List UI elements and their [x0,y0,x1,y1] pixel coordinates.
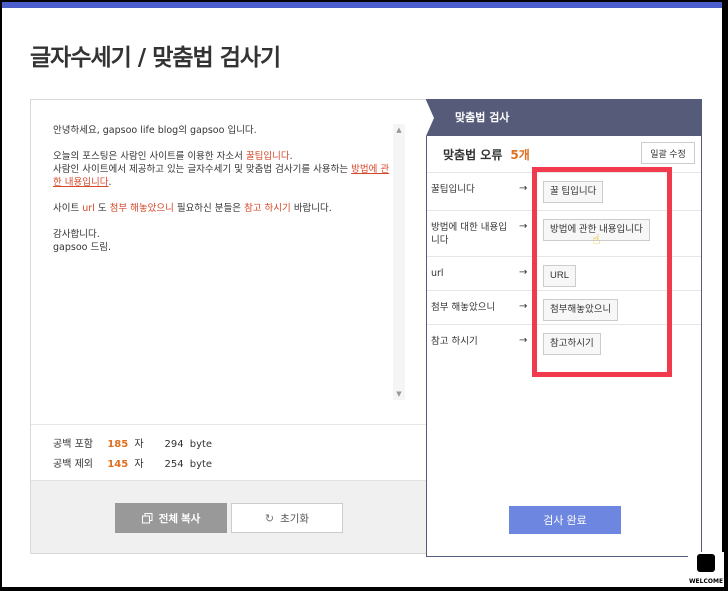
text-line: 안녕하세요, gapsoo life blog의 gapsoo 입니다. [53,125,257,136]
correction-item: url → URL [427,256,701,290]
byte-unit: byte [189,459,213,470]
original-text: 참고 하시기 [431,336,478,347]
reset-label: 초기화 [280,512,310,525]
stat-label: 공백 제외 [53,459,93,470]
welcome-logo: WELCOME [688,552,724,587]
char-unit: 자 [134,439,144,450]
text-span: . [289,151,293,162]
copy-all-label: 전체 복사 [158,512,201,525]
text-span: 오늘의 포스팅은 사람인 사이트를 이용한 자소서 [53,151,246,162]
text-paragraph: 오늘의 포스팅은 사람인 사이트를 이용한 자소서 꿀팁입니다. 사람인 사이트… [53,150,393,189]
stat-label: 공백 포함 [53,439,93,450]
error-summary: 맞춤법 오류 5개 [443,146,530,163]
original-text: 방법에 대한 내용입니다 [431,222,507,246]
original-text: url [431,268,444,279]
text-span: 도 [94,203,110,214]
text-panel: 안녕하세요, gapsoo life blog의 gapsoo 입니다. 오늘의… [30,99,428,554]
correction-item: 참고 하시기 → 참고하시기 [427,324,701,358]
byte-count: 294 [164,439,184,450]
window-frame: 글자수세기 / 맞춤법 검사기 안녕하세요, gapsoo life blog의… [2,2,722,587]
char-stats: 공백 포함 185 자 294 byte 공백 제외 145 자 254 byt… [53,435,212,475]
hand-pointer-icon: ☝ [592,232,601,248]
char-unit: 자 [134,459,144,470]
triangle-down-icon[interactable]: ▼ [393,388,405,400]
refresh-icon: ↻ [264,512,275,525]
copy-icon [141,512,153,523]
error-word: 꿀팁입니다 [245,151,290,162]
page-title: 글자수세기 / 맞춤법 검사기 [30,45,281,71]
byte-count: 254 [164,459,184,470]
triangle-up-icon[interactable]: ▲ [393,124,405,136]
text-content[interactable]: 안녕하세요, gapsoo life blog의 gapsoo 입니다. 오늘의… [53,124,393,267]
action-bar: 전체 복사 ↻ 초기화 [31,480,427,553]
suggestion-button[interactable]: 첨부해놓았으니 [543,299,619,321]
logo-text: WELCOME [688,578,724,585]
text-span: 바랍니다. [290,203,332,214]
text-span: 필요하신 분들은 [173,203,245,214]
stat-no-space: 공백 제외 145 자 254 byte [53,455,212,475]
text-paragraph: 감사합니다. gapsoo 드림. [53,228,393,254]
char-count: 185 [107,439,129,450]
text-span: 사이트 [53,203,83,214]
arrow-icon: → [519,183,528,194]
correction-item: 꿀팁입니다 → 꿀 팁입니다 [427,172,701,210]
arrow-icon: → [519,221,528,232]
text-paragraph: 사이트 url 도 첨부 해놓았으니 필요하신 분들은 참고 하시기 바랍니다. [53,202,393,215]
suggestion-button[interactable]: 꿀 팁입니다 [543,181,604,203]
spell-check-panel: 맞춤법 검사 맞춤법 오류 5개 일괄 수정 꿀팁입니다 → 꿀 팁입니다 방법에… [426,99,702,557]
top-accent-bar [2,2,722,8]
text-span: . [108,177,112,188]
byte-unit: byte [189,439,213,450]
correction-list: 꿀팁입니다 → 꿀 팁입니다 방법에 대한 내용입니다 → 방법에 관한 내용입… [427,172,701,358]
error-label: 맞춤법 오류 [443,148,503,162]
error-word: 첨부 해놓았으니 [109,203,174,214]
copy-all-button[interactable]: 전체 복사 [115,503,227,533]
arrow-icon: → [519,335,528,346]
spell-check-header: 맞춤법 검사 [426,100,701,136]
suggestion-button[interactable]: 참고하시기 [543,333,601,355]
arrow-icon: → [519,301,528,312]
stat-with-space: 공백 포함 185 자 294 byte [53,435,212,455]
text-span: gapsoo 드림. [53,242,111,253]
reset-button[interactable]: ↻ 초기화 [231,503,343,533]
char-count: 145 [107,459,129,470]
error-word: 참고 하시기 [244,203,291,214]
text-span: 감사합니다. [53,229,100,240]
original-text: 첨부 해놓았으니 [431,302,496,313]
suggestion-button[interactable]: URL [543,265,577,287]
correction-item: 첨부 해놓았으니 → 첨부해놓았으니 [427,290,701,324]
scrollbar[interactable]: ▲ ▼ [393,124,405,400]
check-done-button[interactable]: 검사 완료 [509,506,621,534]
original-text: 꿀팁입니다 [431,184,475,195]
error-count: 5개 [510,148,530,162]
correction-item: 방법에 대한 내용입니다 → 방법에 관한 내용입니다 [427,210,701,256]
arrow-icon: → [519,267,528,278]
error-word: url [82,203,95,214]
text-input-area[interactable]: 안녕하세요, gapsoo life blog의 gapsoo 입니다. 오늘의… [31,100,427,425]
text-span: 사람인 사이트에서 제공하고 있는 글자수세기 및 맞춤법 검사기를 사용하는 [53,164,352,175]
mascot-icon [697,554,715,572]
fix-all-button[interactable]: 일괄 수정 [641,142,695,164]
